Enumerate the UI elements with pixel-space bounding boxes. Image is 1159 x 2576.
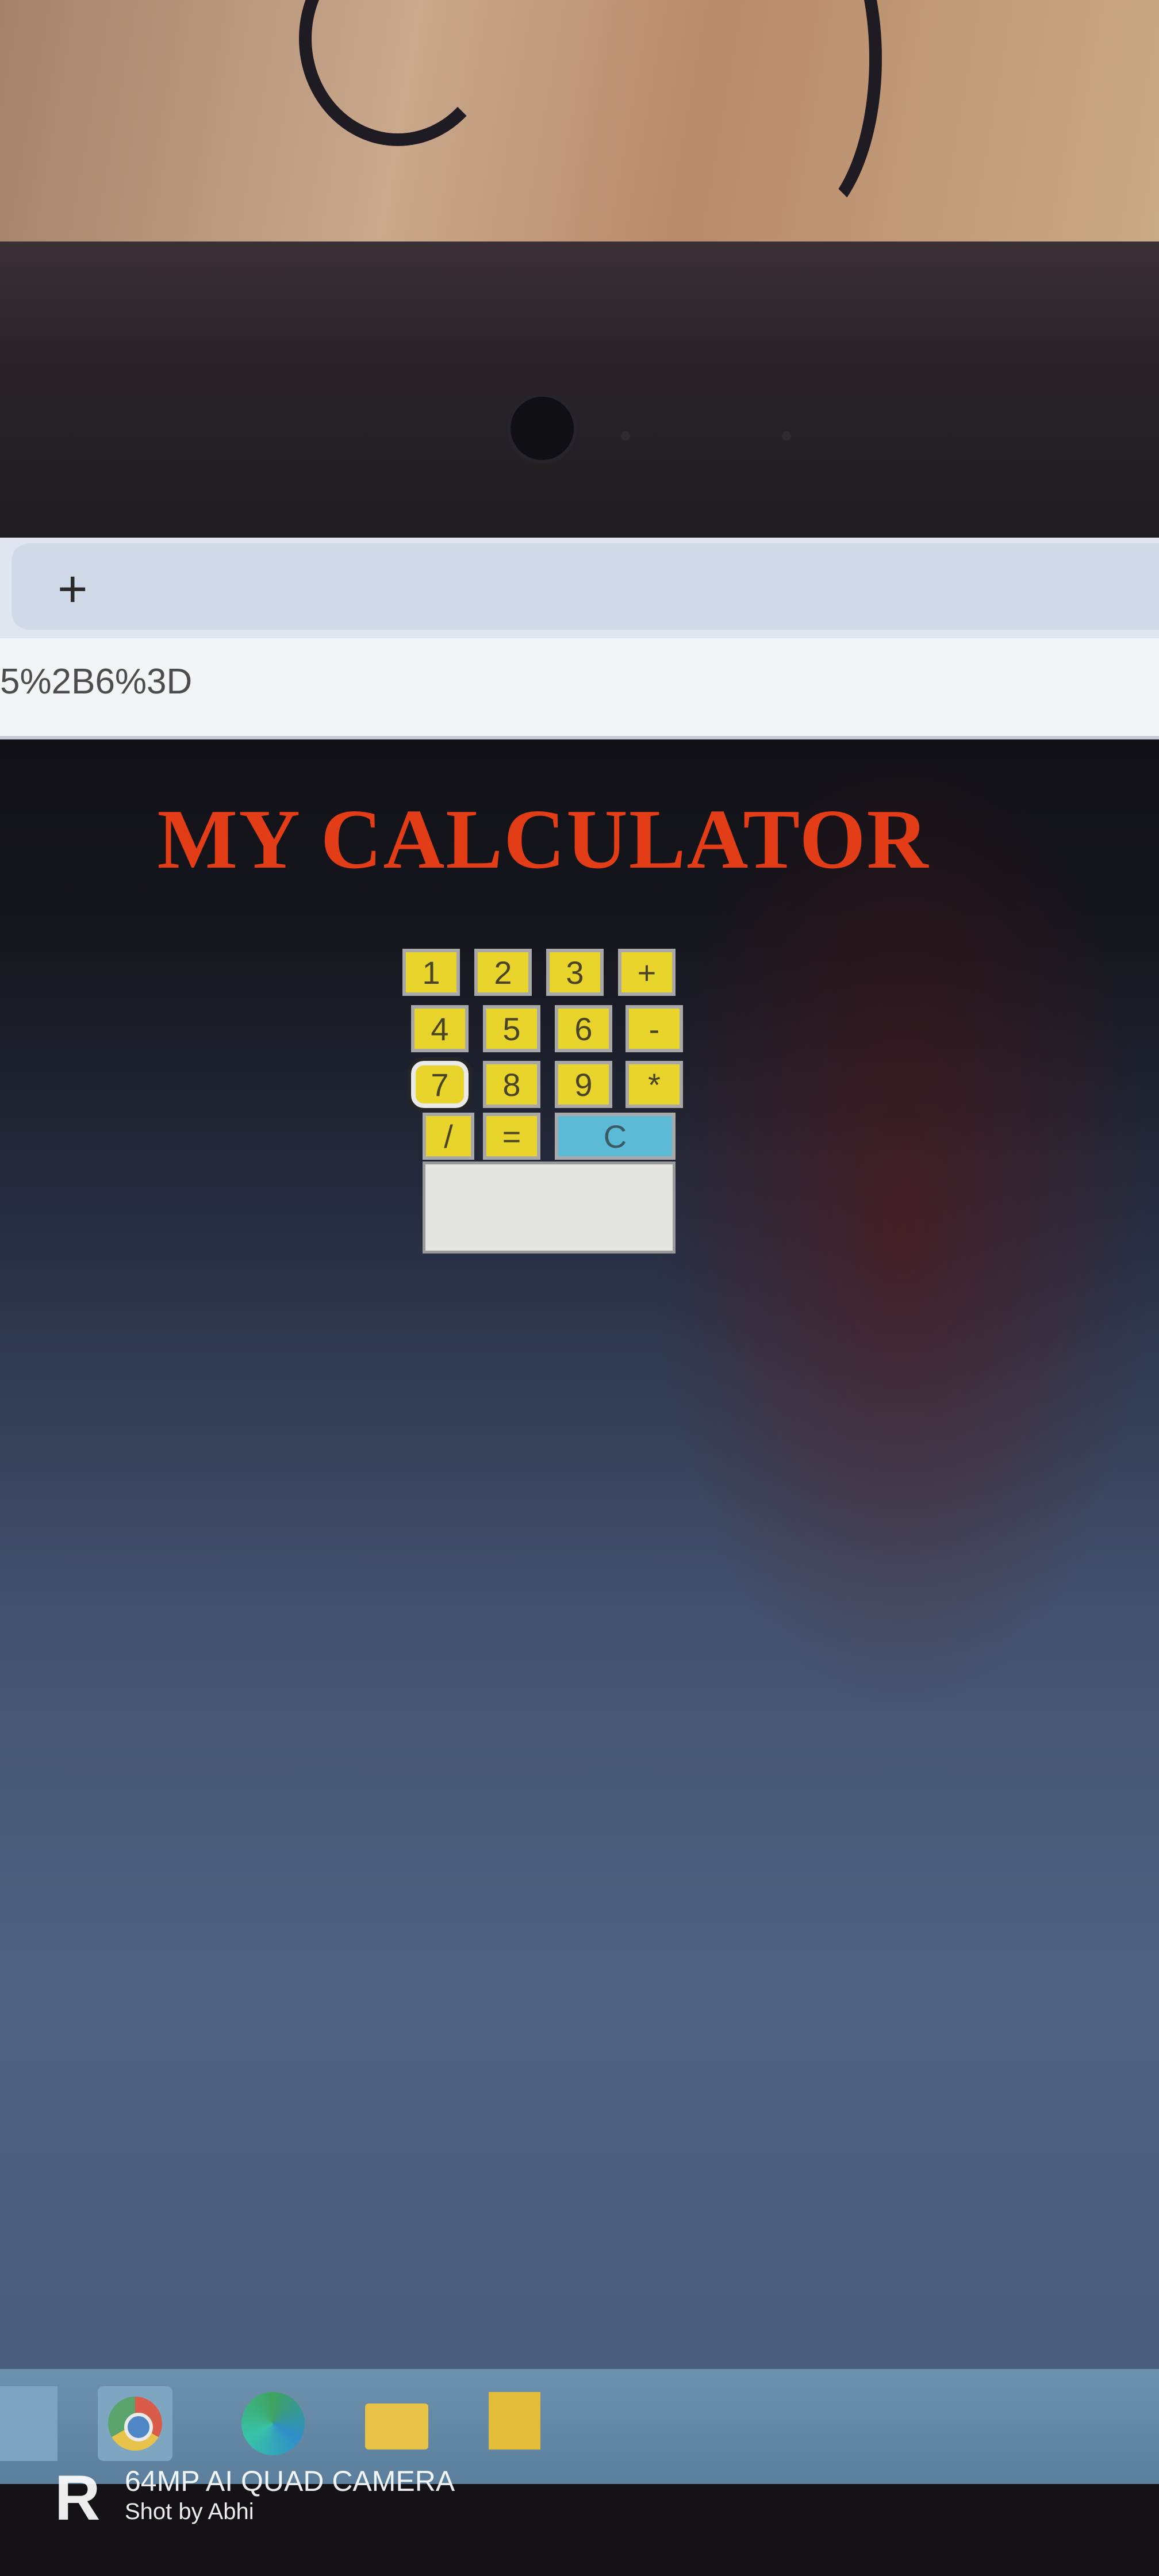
- key-5[interactable]: 5: [483, 1005, 540, 1052]
- new-tab-button[interactable]: +: [57, 564, 88, 615]
- background-fabric: [0, 0, 1159, 241]
- key-minus[interactable]: -: [625, 1005, 683, 1052]
- camera-sensor: [621, 431, 630, 440]
- key-4[interactable]: 4: [411, 1005, 469, 1052]
- screen: + 5%2B6%3D MY CALCULATOR 1 2 3 + 4 5 6 -…: [0, 538, 1159, 2383]
- tab-strip-area: +: [11, 543, 1159, 630]
- laptop-bottom-bezel: [0, 2484, 1159, 2576]
- webcam: [511, 397, 574, 460]
- key-6[interactable]: 6: [555, 1005, 612, 1052]
- browser-tab-strip: +: [0, 538, 1159, 638]
- edge-icon-swirl: [241, 2392, 305, 2455]
- key-8[interactable]: 8: [483, 1061, 540, 1108]
- realme-logo-icon: R: [55, 2463, 101, 2533]
- fabric-pattern: [707, 0, 882, 232]
- task-view-icon[interactable]: [0, 2386, 57, 2461]
- key-1[interactable]: 1: [402, 949, 460, 996]
- key-9[interactable]: 9: [555, 1061, 612, 1108]
- address-bar[interactable]: 5%2B6%3D: [0, 638, 1159, 739]
- folder-shape: [365, 2404, 428, 2450]
- calculator: 1 2 3 + 4 5 6 - 7 8 9 * / = C: [402, 949, 690, 1351]
- key-equals[interactable]: =: [483, 1113, 540, 1160]
- edge-icon[interactable]: [236, 2386, 310, 2461]
- result-display[interactable]: [423, 1162, 676, 1254]
- sticky-notes-icon[interactable]: [477, 2386, 552, 2461]
- chrome-icon-center: [124, 2413, 153, 2441]
- watermark-camera-text: 64MP AI QUAD CAMERA: [125, 2465, 455, 2497]
- laptop-bezel: [0, 241, 1159, 540]
- notes-shape: [489, 2392, 540, 2450]
- camera-sensor: [782, 431, 791, 440]
- url-text[interactable]: 5%2B6%3D: [0, 661, 192, 702]
- chrome-icon[interactable]: [98, 2386, 172, 2461]
- key-multiply[interactable]: *: [625, 1061, 683, 1108]
- key-7[interactable]: 7: [408, 1057, 472, 1111]
- page-title: MY CALCULATOR: [157, 792, 930, 887]
- fabric-pattern: [299, 0, 497, 146]
- key-3[interactable]: 3: [546, 949, 604, 996]
- watermark-shot-by-text: Shot by Abhi: [125, 2499, 254, 2524]
- key-2[interactable]: 2: [474, 949, 532, 996]
- key-divide[interactable]: /: [423, 1113, 474, 1160]
- key-plus[interactable]: +: [618, 949, 676, 996]
- key-clear[interactable]: C: [555, 1113, 676, 1160]
- file-explorer-icon[interactable]: [362, 2386, 437, 2461]
